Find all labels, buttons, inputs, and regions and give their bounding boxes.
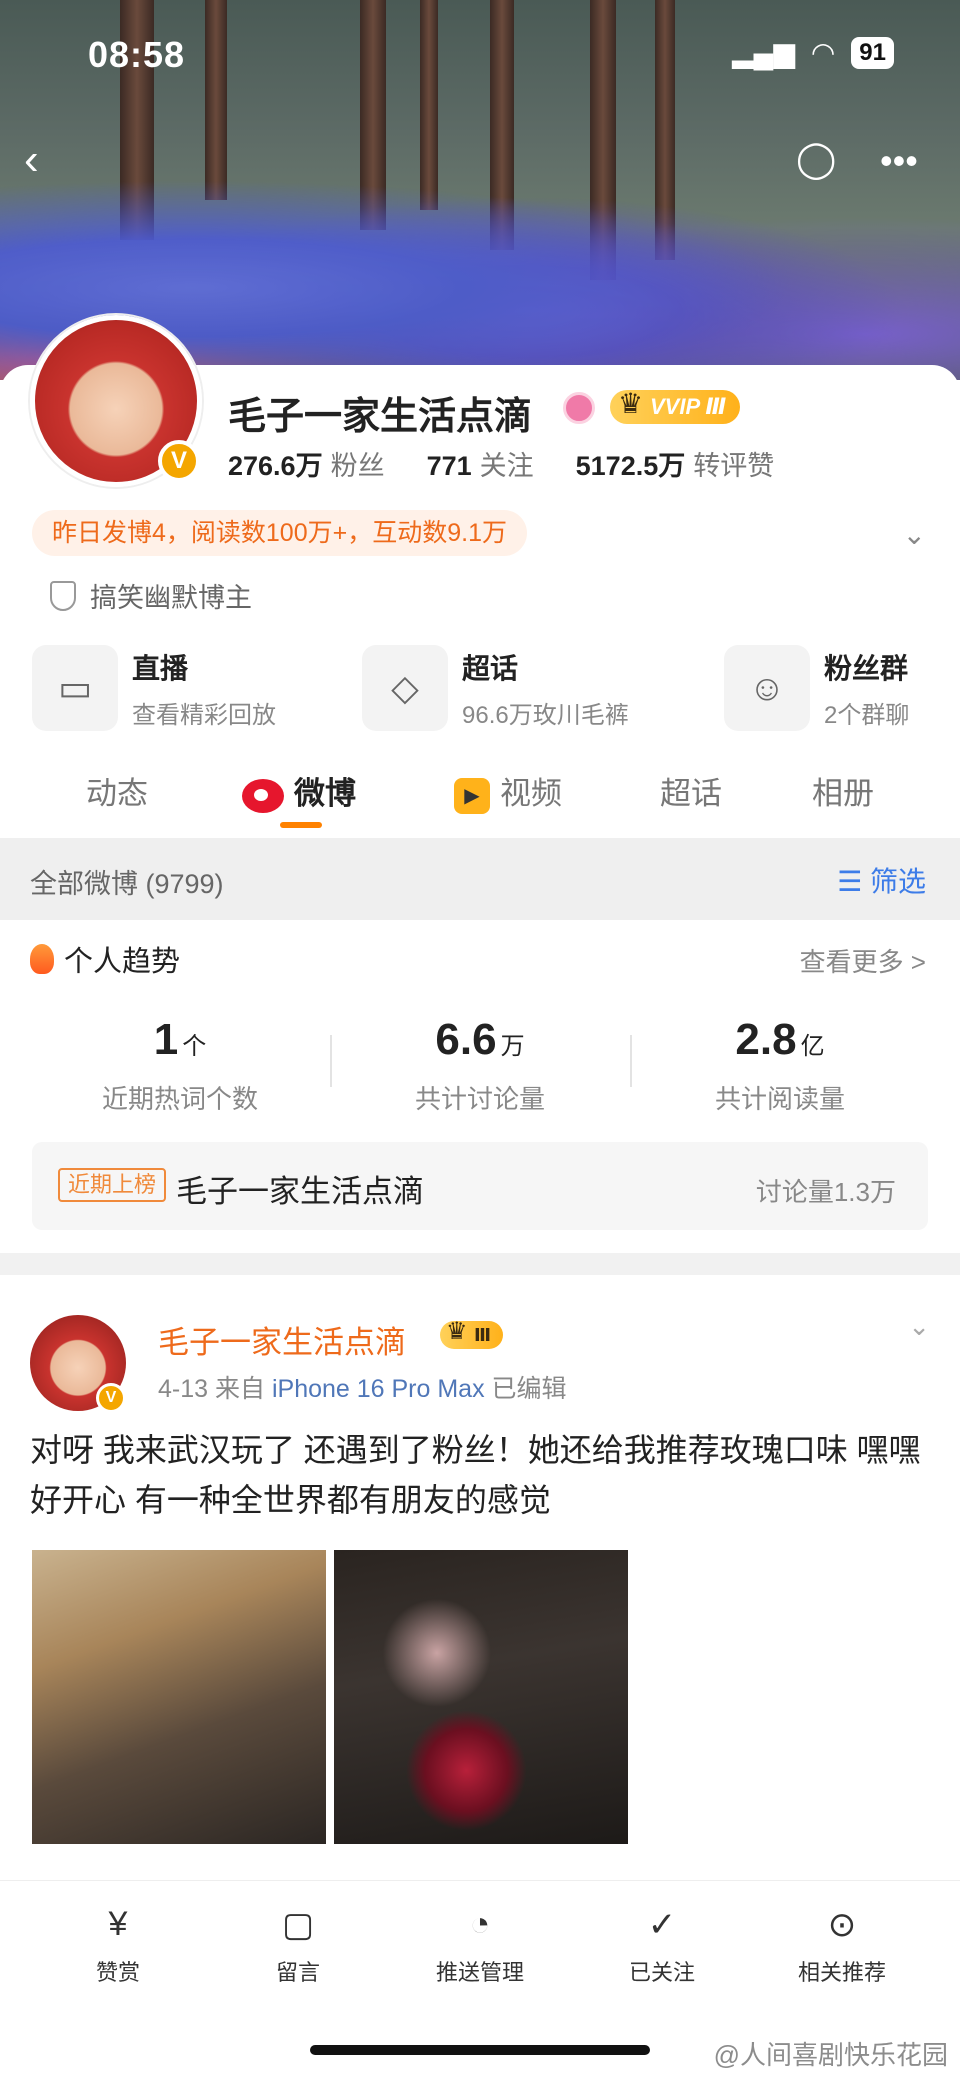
reward-button[interactable]: ¥ 赞赏 <box>28 1905 208 1987</box>
vip-badge[interactable]: VVIP Ⅲ <box>610 387 741 424</box>
profile-stats: 276.6万 粉丝 771 关注 5172.5万 转评赞 <box>228 444 774 483</box>
chevron-down-icon[interactable]: ⌄ <box>908 1311 930 1342</box>
push-settings-button[interactable]: ◔ 推送管理 <box>390 1905 570 1987</box>
battery-icon: 91 <box>851 36 894 69</box>
flame-icon <box>30 944 54 974</box>
status-icons: ▂▄▆ ◠ 91 <box>732 36 894 69</box>
shortcut-sub: 96.6万玫川毛裤 <box>462 701 629 729</box>
back-icon[interactable]: ‹ <box>24 135 39 185</box>
tab-dynamic[interactable]: 动态 <box>86 768 148 813</box>
message-button[interactable]: ▢ 留言 <box>208 1905 388 1987</box>
activity-summary[interactable]: 昨日发博4，阅读数100万+，互动数9.1万 <box>32 510 527 556</box>
followed-icon: ✓ <box>647 1906 677 1944</box>
shortcut-live[interactable]: ▭ 直播查看精彩回放 <box>32 645 276 731</box>
section-divider <box>0 1253 960 1275</box>
filter-bar: 全部微博 (9799) ☰ 筛选 <box>0 838 960 920</box>
metric-hot-words[interactable]: 1个 近期热词个数 <box>30 1015 330 1116</box>
trend-title: 个人趋势 <box>30 938 180 980</box>
wifi-icon: ◠ <box>810 37 836 68</box>
profile-tabs: 动态 微博 ▶ 视频 超话 相册 <box>0 752 960 832</box>
video-icon: ▶ <box>454 777 490 814</box>
group-icon: ☺ <box>724 645 810 731</box>
post-image[interactable] <box>32 1550 326 1844</box>
crown-badge: Ⅲ <box>440 1318 504 1349</box>
status-time: 08:58 <box>88 34 186 75</box>
stat-followers[interactable]: 276.6万 粉丝 <box>228 444 385 483</box>
message-icon: ▢ <box>281 1906 315 1944</box>
more-icon[interactable]: ••• <box>880 140 918 182</box>
stat-following[interactable]: 771 关注 <box>427 444 534 483</box>
shortcut-title: 直播 <box>132 652 189 684</box>
shortcut-row: ▭ 直播查看精彩回放 ◇ 超话 96.6万玫川毛裤 ☺ 粉丝群 2个群聊 <box>0 645 960 735</box>
recent-ranking-row[interactable]: 近期上榜 毛子一家生活点滴 讨论量1.3万 <box>32 1142 928 1230</box>
tab-supertopic[interactable]: 超话 <box>660 768 722 813</box>
shortcut-title: 粉丝群 <box>824 652 909 684</box>
reward-icon: ¥ <box>108 1905 128 1943</box>
shortcut-sub: 2个群聊 <box>824 701 910 729</box>
shortcut-fan-group[interactable]: ☺ 粉丝群 2个群聊 <box>724 645 909 731</box>
diamond-icon: ◇ <box>362 645 448 731</box>
watermark: @人间喜剧快乐花园 <box>713 2040 948 2070</box>
profile-tag-label: 搞笑幽默博主 <box>90 583 252 613</box>
post-author[interactable]: 毛子一家生活点滴 <box>158 1317 406 1362</box>
recommend-button[interactable]: ⊙ 相关推荐 <box>752 1905 932 1987</box>
verified-badge: V <box>158 440 200 482</box>
post-image[interactable] <box>334 1550 628 1844</box>
tab-album[interactable]: 相册 <box>812 768 874 813</box>
profile-name: 毛子一家生活点滴 <box>228 396 533 438</box>
chevron-down-icon[interactable]: ⌄ <box>903 518 926 551</box>
post-meta: 4-13 来自 iPhone 16 Pro Max 已编辑 <box>158 1375 567 1403</box>
shield-icon <box>50 580 76 611</box>
shortcut-sub: 查看精彩回放 <box>132 701 276 729</box>
profile-tag: 搞笑幽默博主 <box>50 576 252 615</box>
home-indicator[interactable] <box>310 2045 650 2055</box>
filter-button[interactable]: ☰ 筛选 <box>837 860 926 900</box>
filter-icon: ☰ <box>837 866 870 897</box>
weibo-post: V 毛子一家生活点滴 Ⅲ ⌄ 4-13 来自 iPhone 16 Pro Max… <box>0 1275 960 1875</box>
signal-icon: ▂▄▆ <box>731 37 795 68</box>
view-more-link[interactable]: 查看更多 > <box>800 942 926 979</box>
ranking-discussion: 讨论量1.3万 <box>755 1177 896 1207</box>
stat-interactions[interactable]: 5172.5万 转评赞 <box>576 444 775 483</box>
bottom-action-bar: ¥ 赞赏 ▢ 留言 ◔ 推送管理 ✓ 已关注 ⊙ 相关推荐 <box>0 1880 960 2010</box>
active-tab-indicator <box>280 822 322 828</box>
tab-weibo[interactable]: 微博 <box>242 768 356 813</box>
all-weibo-count[interactable]: 全部微博 (9799) <box>30 862 224 901</box>
recommend-icon: ⊙ <box>827 1906 857 1944</box>
search-icon[interactable]: ◯ <box>796 138 836 180</box>
metric-discussion[interactable]: 6.6 万 共计讨论量 <box>330 1015 630 1116</box>
shortcut-title: 超话 <box>462 652 519 684</box>
shortcut-supertopic[interactable]: ◇ 超话 96.6万玫川毛裤 <box>362 645 629 731</box>
post-text: 对呀 我来武汉玩了 还遇到了粉丝！她还给我推荐玫瑰口味 嘿嘿 好开心 有一种全世… <box>30 1432 921 1518</box>
metric-reads[interactable]: 2.8 亿 共计阅读量 <box>630 1015 930 1116</box>
ranking-topic: 毛子一家生活点滴 <box>176 1174 424 1209</box>
member-icon[interactable] <box>563 392 595 424</box>
bell-icon: ◔ <box>469 1905 491 1943</box>
verified-badge: V <box>96 1383 126 1413</box>
post-device[interactable]: iPhone 16 Pro Max <box>272 1375 485 1403</box>
followed-button[interactable]: ✓ 已关注 <box>572 1905 752 1987</box>
ranking-badge: 近期上榜 <box>58 1168 167 1202</box>
personal-trend-card: 个人趋势 查看更多 > 1个 近期热词个数 6.6 万 共计讨论量 2.8 亿 共计… <box>0 920 960 1250</box>
tv-icon: ▭ <box>32 645 118 731</box>
weibo-icon <box>242 778 284 813</box>
tab-video[interactable]: ▶ 视频 <box>454 768 562 814</box>
